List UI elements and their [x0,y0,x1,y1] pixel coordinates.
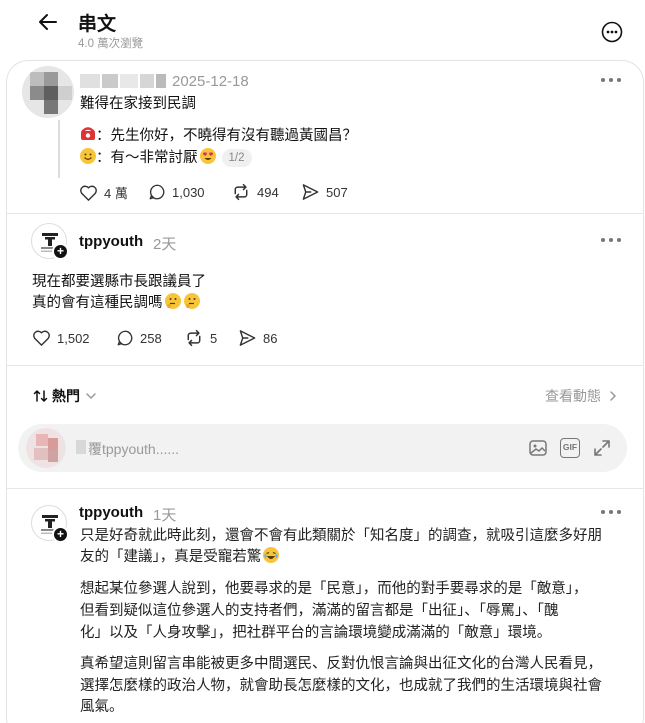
reply-repost-button[interactable]: 5 [184,329,217,347]
share-button[interactable]: 507 [301,183,348,201]
reply-username[interactable]: tppyouth [79,233,143,250]
follow-plus-icon[interactable]: + [52,243,69,260]
top-bar: 串文 4.0 萬次瀏覽 [0,0,645,58]
send-icon [302,184,319,200]
like-button[interactable]: 4 萬 [79,183,128,202]
image-icon[interactable] [528,438,548,458]
expand-icon[interactable] [592,438,612,458]
smiling-face-emoji-icon [80,148,96,164]
reply-line-1: 現在都要選縣市長跟議員了 [32,274,206,290]
reply-placeholder: 覆tppyouth...... [88,441,180,457]
comment-time: 1天 [153,507,177,524]
comment-p2-l1: 想起某位參選人說到，他要尋求的是「民意」，而他的對手要尋求的是「敵意」， [80,581,588,597]
page-title: 串文 [78,14,117,35]
blurred-avatar[interactable] [22,66,74,118]
thread-connector [58,120,60,178]
heart-eyes-emoji-icon [199,148,216,164]
blurred-username[interactable] [80,72,166,90]
chevron-right-icon [610,391,617,401]
telephone-emoji-icon [81,127,95,140]
repost-icon [234,183,248,201]
post-line-3: ：有～非常討厭 1/2 [80,147,252,170]
repost-button[interactable]: 494 [231,183,279,201]
comment-p3-l1: 真希望這則留言串能被更多中間選民、反對仇恨言論與出征文化的台灣人民看見， [80,656,602,672]
back-arrow-icon[interactable] [36,10,60,34]
reply-menu-icon[interactable] [599,236,623,244]
comment-p3-l2: 選擇怎麼樣的政治人物，就會助長怎麼樣的文化，也成就了我們的生活環境與社會 [80,678,602,694]
comment-bubble-icon [117,330,133,346]
divider [7,365,644,366]
comment-p1-l2: 友的「建議」，真是受寵若驚 [80,546,280,569]
comment-p1-l1: 只是好奇就此時此刻，還會不會有此類關於「知名度」的調查，就吸引這麼多好朋 [80,528,602,544]
gif-icon[interactable]: GIF [560,438,580,458]
follow-plus-icon[interactable]: + [52,526,69,543]
thinking-face-emoji-icon-2 [183,293,200,309]
reply-share-button[interactable]: 86 [238,329,277,347]
divider [7,213,644,214]
reply-like-button[interactable]: 1,502 [32,329,90,347]
blurred-user-avatar [26,428,66,468]
reply-line-2: 真的會有這種民調嗎 [32,292,200,315]
blurred-text [76,440,86,454]
comment-button[interactable]: 1,030 [148,183,205,201]
post-line-1: 難得在家接到民調 [80,96,196,112]
repost-icon [187,329,201,347]
reply-input[interactable]: 覆tppyouth...... GIF [18,424,627,472]
comment-p3-l3: 風氣。 [80,699,124,715]
laughing-emoji-icon [263,547,280,563]
media-pager[interactable]: 1/2 [221,149,252,167]
more-options-icon[interactable] [601,21,623,43]
comment-p2-l3: 化」以及「人身攻擊」，把社群平台的言論環境變成滿滿的「敵意」環境。 [80,625,552,641]
heart-icon [80,185,97,201]
comment-bubble-icon [149,184,165,200]
post-menu-icon[interactable] [599,76,623,84]
post-line-2: ：先生你好，不曉得有沒有聽過黃國昌？ [80,125,357,148]
post-timestamp: 2025-12-18 [172,73,249,90]
heart-icon [33,330,50,346]
comment-username[interactable]: tppyouth [79,504,143,521]
sort-dropdown[interactable]: 熱門 [33,386,98,406]
sort-arrows-icon [33,390,48,402]
reply-time: 2天 [153,236,177,253]
thinking-face-emoji-icon [164,293,181,309]
comment-p2-l2: 但看到疑似這位參選人的支持者們，滿滿的留言都是「出征」、「辱罵」、「醜 [80,603,559,619]
reply-comment-button[interactable]: 258 [116,329,162,347]
view-activity-link[interactable]: 查看動態 [545,386,620,406]
comment-menu-icon[interactable] [599,508,623,516]
view-count: 4.0 萬次瀏覽 [78,38,144,50]
chevron-down-icon [86,393,96,400]
send-icon [239,330,256,346]
divider [7,488,644,489]
